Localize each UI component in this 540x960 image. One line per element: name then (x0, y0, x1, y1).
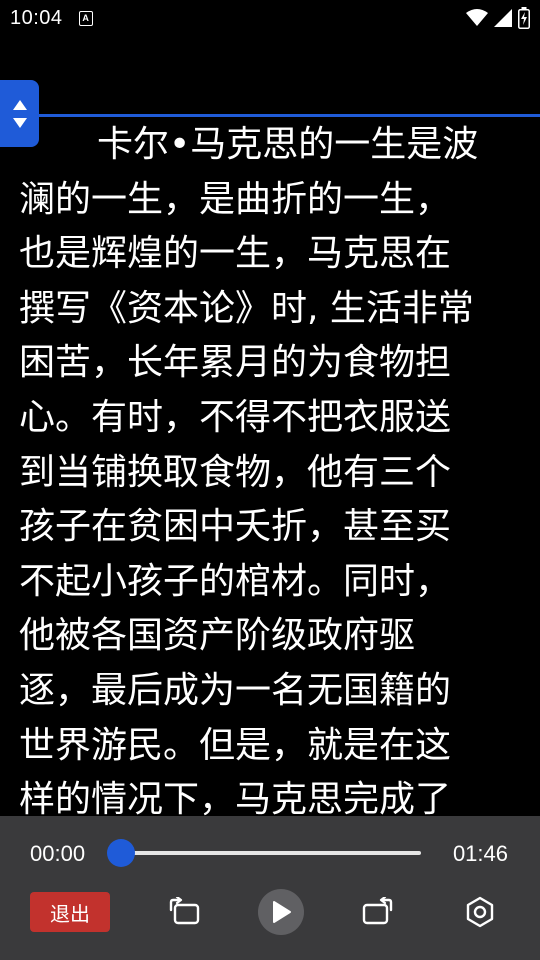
reader-text: 卡尔•马克思的一生是波 澜的一生，是曲折的一生， 也是辉煌的一生，马克思在 撰写… (19, 118, 519, 816)
reader-line: 澜的一生，是曲折的一生， (19, 178, 452, 220)
status-time: 10:04 (10, 6, 63, 29)
previous-icon (169, 897, 200, 925)
arrow-up-icon (12, 99, 27, 110)
current-time: 00:00 (30, 841, 86, 866)
player-controls: 退出 (0, 889, 540, 935)
reader-line: 世界游民。但是，就是在这 (19, 724, 452, 766)
total-time: 01:46 (452, 841, 508, 866)
reader-line: 不起小孩子的棺材。同时， (19, 560, 452, 602)
a-box-icon: A (78, 10, 93, 26)
reader-line: 困苦，长年累月的为食物担 (19, 342, 452, 384)
next-icon (362, 897, 393, 925)
reading-divider (0, 114, 540, 117)
exit-button[interactable]: 退出 (30, 892, 110, 932)
progress-thumb[interactable] (107, 839, 135, 867)
audio-player: 00:00 01:46 退出 (0, 816, 540, 960)
status-right (466, 7, 530, 29)
progress-slider[interactable] (107, 839, 421, 867)
reader-line: 卡尔•马克思的一生是波 (97, 124, 479, 165)
reader-line: 心。有时，不得不把衣服送 (19, 396, 452, 438)
next-button[interactable] (357, 892, 397, 932)
reader-line: 也是辉煌的一生，马克思在 (19, 233, 452, 275)
reader-line: 他被各国资产阶级政府驱 (19, 615, 416, 657)
battery-charging-icon (518, 7, 530, 29)
previous-button[interactable] (165, 892, 205, 932)
signal-icon (494, 9, 512, 27)
settings-icon (466, 896, 494, 928)
reader-line: 逐，最后成为一名无国籍的 (19, 669, 452, 711)
reader-line: 撰写《资本论》时, 生活非常 (19, 287, 474, 329)
reader-line: 孩子在贫困中夭折，甚至买 (19, 506, 452, 548)
settings-button[interactable] (460, 892, 500, 932)
play-icon (273, 901, 291, 923)
status-left: 10:04 A (10, 7, 93, 30)
status-bar: 10:04 A (0, 0, 540, 36)
play-button[interactable] (258, 889, 304, 935)
reader-line: 到当铺换取食物，他有三个 (19, 451, 452, 493)
wifi-icon (466, 9, 488, 26)
reader-line: 样的情况下，马克思完成了 (19, 779, 452, 816)
